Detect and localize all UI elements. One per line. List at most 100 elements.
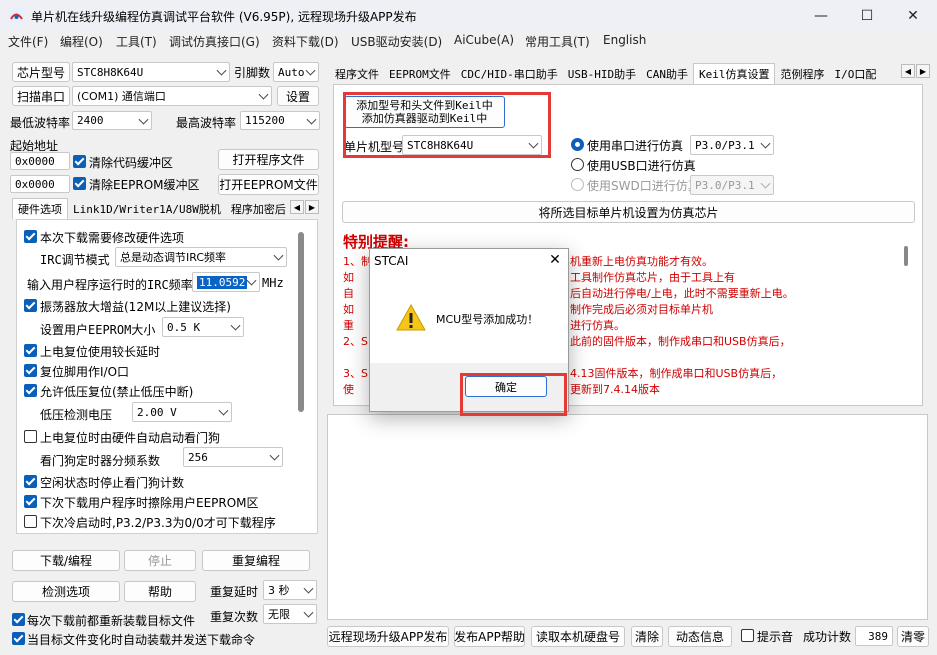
help-button[interactable]: 帮助 [124,581,196,602]
auto-send-checkbox[interactable] [12,632,25,645]
set-sim-chip-button[interactable]: 将所选目标单片机设置为仿真芯片 [342,201,915,223]
code-address-input[interactable]: 0x0000 [10,152,70,170]
read-disk-button[interactable]: 读取本机硬盘号 [531,626,625,647]
eeprom-address-input[interactable]: 0x0000 [10,175,70,193]
pin-count-select[interactable]: Auto [273,62,319,82]
eeprom-address-value: 0x0000 [15,177,55,191]
tab-usb-hid[interactable]: USB-HID助手 [563,63,641,84]
chevron-down-icon [303,583,314,594]
publish-help-button[interactable]: 发布APP帮助 [454,626,525,647]
minimize-button[interactable]: — [798,0,844,32]
tab-eeprom-file[interactable]: EEPROM文件 [384,63,456,84]
clear-button[interactable]: 清除 [631,626,663,647]
open-eeprom-file-button[interactable]: 打开EEPROM文件 [218,174,319,195]
notice-right-5: 进行仿真。 [570,319,625,332]
reload-checkbox[interactable] [12,613,25,626]
repeat-count-value: 无限 [268,608,290,621]
menu-bar: 文件(F) 编程(O) 工具(T) 调试仿真接口(G) 资料下载(D) USB驱… [0,32,937,52]
max-baud-select[interactable]: 115200 [240,111,320,130]
menu-program[interactable]: 编程(O) [60,33,103,50]
repeat-delay-select[interactable]: 3 秒 [263,580,317,600]
long-delay-checkbox[interactable] [24,344,37,357]
tab-keil-settings[interactable]: Keil仿真设置 [692,63,776,84]
dialog-close-icon[interactable]: ✕ [542,249,568,271]
swd-sim-pins-select[interactable]: P3.0/P3.1 [690,175,774,195]
tab-scroll-left-icon[interactable]: ◀ [290,200,304,214]
reset-count-button[interactable]: 清零 [897,626,929,647]
low-voltage-reset-checkbox[interactable] [24,384,37,397]
chip-model-label: 芯片型号 [12,62,70,82]
beep-checkbox[interactable] [741,629,754,642]
reprogram-button[interactable]: 重复编程 [202,550,310,571]
right-tab-scroll-left-icon[interactable]: ◀ [901,64,915,78]
cold-start-checkbox[interactable] [24,515,37,528]
tab-io-config[interactable]: I/O口配 [829,63,881,84]
tab-link1d[interactable]: Link1D/Writer1A/U8W脱机 [68,198,226,219]
close-button[interactable]: ✕ [890,0,936,32]
eeprom-size-select[interactable]: 0.5 K [162,317,244,337]
erase-eeprom-checkbox[interactable] [24,495,37,508]
osc-gain-checkbox[interactable] [24,299,37,312]
menu-aicube[interactable]: AiCube(A) [454,33,514,47]
tab-scroll-right-icon[interactable]: ▶ [305,200,319,214]
irc-mode-select[interactable]: 总是动态调节IRC频率 [115,247,287,267]
tab-examples[interactable]: 范例程序 [775,63,829,84]
serial-sim-pins-select[interactable]: P3.0/P3.1 [690,135,774,155]
modify-hw-checkbox[interactable] [24,230,37,243]
serial-sim-pins-value: P3.0/P3.1 [695,138,755,152]
tab-hardware-options[interactable]: 硬件选项 [12,198,68,219]
download-button[interactable]: 下载/编程 [12,550,120,571]
output-log[interactable] [327,414,928,620]
notice-right-8: 更新到7.4.14版本 [570,383,660,396]
idle-wdt-label: 空闲状态时停止看门狗计数 [40,476,185,490]
min-baud-select[interactable]: 2400 [72,111,152,130]
publish-app-button[interactable]: 远程现场升级APP发布 [327,626,449,647]
idle-wdt-checkbox[interactable] [24,475,37,488]
clear-code-checkbox[interactable] [73,155,86,168]
wdt-div-label: 看门狗定时器分频系数 [40,454,161,468]
auto-wdt-checkbox[interactable] [24,430,37,443]
auto-wdt-label: 上电复位时由硬件自动启动看门狗 [40,431,221,445]
hardware-scrollbar[interactable] [298,232,304,412]
wdt-div-select[interactable]: 256 [183,447,283,467]
port-select[interactable]: (COM1) 通信端口 [72,86,272,106]
menu-common-tools[interactable]: 常用工具(T) [525,33,590,50]
open-program-file-button[interactable]: 打开程序文件 [218,149,319,170]
reload-label: 每次下载前都重新装载目标文件 [27,614,196,628]
usb-sim-radio[interactable] [571,158,584,171]
clear-eeprom-checkbox[interactable] [73,177,86,190]
menu-file[interactable]: 文件(F) [8,33,48,50]
swd-sim-radio[interactable] [571,178,584,191]
stop-button[interactable]: 停止 [124,550,196,571]
dynamic-info-button[interactable]: 动态信息 [668,626,732,647]
repeat-count-select[interactable]: 无限 [263,604,317,624]
serial-sim-radio[interactable] [571,138,584,151]
max-baud-label: 最高波特率 [176,116,237,130]
notice-scrollbar[interactable] [904,246,908,266]
tab-program-file[interactable]: 程序文件 [330,63,384,84]
notice-line-1: 1、制 [343,255,372,268]
tab-can[interactable]: CAN助手 [641,63,693,84]
repeat-count-label: 重复次数 [210,610,259,624]
tab-encryption[interactable]: 程序加密后 [226,198,291,219]
menu-tools[interactable]: 工具(T) [116,33,157,50]
lvd-select[interactable]: 2.00 V [132,402,232,422]
menu-debug[interactable]: 调试仿真接口(G) [169,33,260,50]
maximize-button[interactable]: ☐ [844,0,890,32]
port-settings-button[interactable]: 设置 [277,86,319,106]
long-delay-label: 上电复位使用较长延时 [40,345,161,359]
chip-model-select[interactable]: STC8H8K64U [72,62,230,82]
pin-count-label: 引脚数 [234,66,271,80]
menu-english[interactable]: English [603,33,646,47]
chevron-down-icon [269,450,280,461]
usb-sim-label: 使用USB口进行仿真 [587,159,696,173]
scan-port-button[interactable]: 扫描串口 [12,86,70,106]
check-options-button[interactable]: 检测选项 [12,581,120,602]
menu-usb-driver[interactable]: USB驱动安装(D) [351,33,442,50]
menu-downloads[interactable]: 资料下载(D) [272,33,339,50]
tab-cdc-serial[interactable]: CDC/HID-串口助手 [456,63,563,84]
reset-io-checkbox[interactable] [24,364,37,377]
irc-freq-input[interactable]: 11.0592 [192,272,260,292]
right-tab-scroll-right-icon[interactable]: ▶ [916,64,930,78]
irc-freq-label: 输入用户程序运行时的IRC频率 [27,278,193,292]
